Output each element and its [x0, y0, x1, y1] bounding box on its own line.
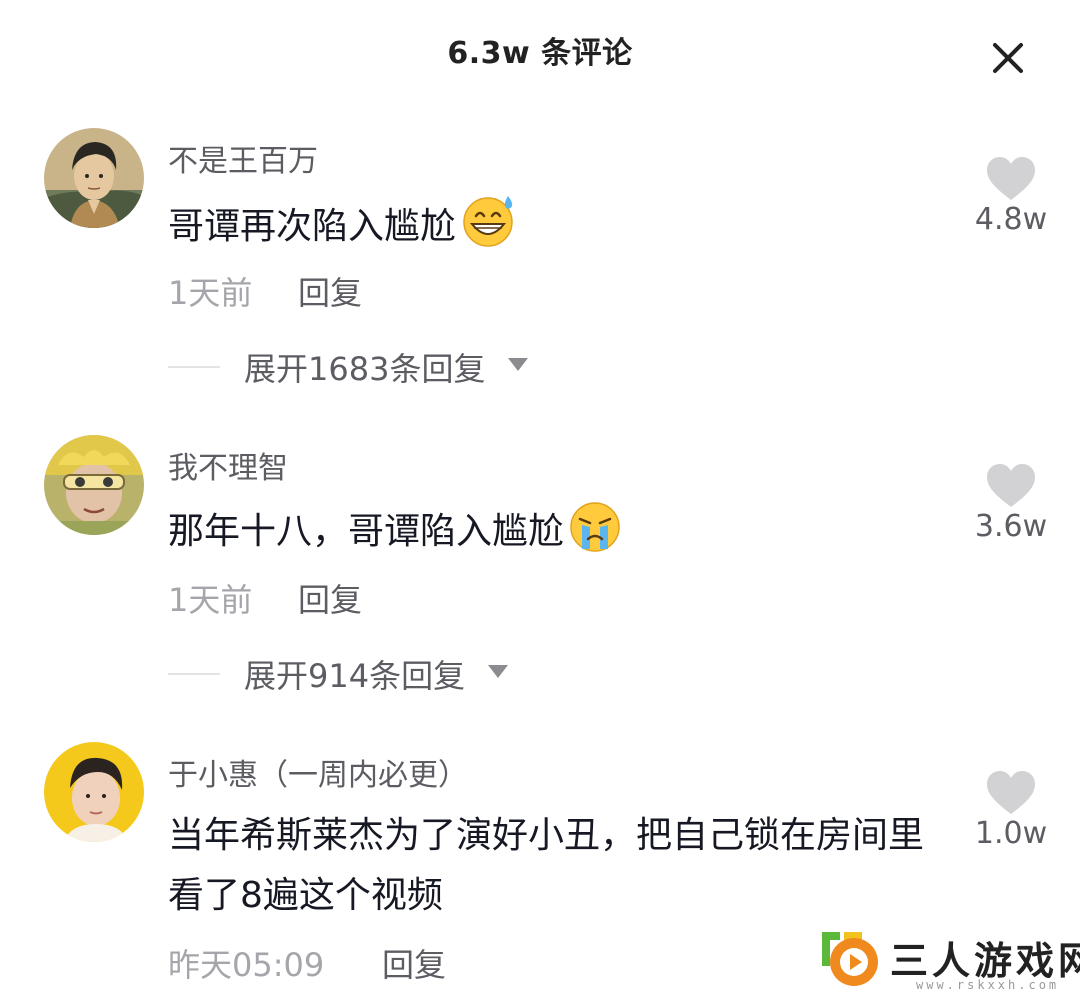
heart-icon — [987, 157, 1035, 200]
like-button[interactable]: 3.6w — [966, 463, 1056, 544]
reply-button[interactable]: 回复 — [298, 575, 362, 621]
comment-text: 哥谭再次陷入尴尬 — [168, 192, 958, 267]
chevron-down-icon — [508, 358, 528, 371]
reply-button[interactable]: 回复 — [298, 268, 362, 314]
comments-panel: 6.3w 条评论 不是王百万 哥谭再次陷入尴尬 1天前 回复 展开1683条回复… — [0, 0, 1080, 1000]
chevron-down-icon — [488, 665, 508, 678]
comment-username[interactable]: 不是王百万 — [168, 136, 318, 180]
comment-username[interactable]: 我不理智 — [168, 443, 288, 487]
comment-text-body: 那年十八，哥谭陷入尴尬 — [168, 511, 565, 552]
like-count: 1.0w — [974, 816, 1048, 851]
comments-count-title: 6.3w 条评论 — [447, 36, 633, 71]
comment-text: 那年十八，哥谭陷入尴尬 — [168, 499, 958, 572]
divider-line — [168, 673, 220, 675]
expand-replies[interactable]: 展开1683条回复 — [168, 344, 548, 388]
close-icon — [993, 43, 1023, 73]
comment-time: 1天前 — [168, 274, 253, 312]
heart-icon — [987, 771, 1035, 814]
close-button[interactable] — [988, 38, 1028, 78]
watermark-title: 三人游戏网 — [890, 939, 1080, 983]
like-count: 4.8w — [974, 202, 1048, 237]
avatar[interactable] — [44, 435, 144, 535]
avatar[interactable] — [44, 742, 144, 842]
like-button[interactable]: 1.0w — [966, 770, 1056, 851]
like-button[interactable]: 4.8w — [966, 156, 1056, 237]
site-logo-icon — [822, 932, 878, 986]
comment-item: 我不理智 那年十八，哥谭陷入尴尬 1天前 回复 展开914条回复 3.6w — [0, 435, 1080, 705]
comment-time: 1天前 — [168, 581, 253, 619]
comment-text-body: 哥谭再次陷入尴尬 — [168, 206, 457, 247]
site-watermark: 三人游戏网 www.rskxxh.com — [806, 902, 1080, 1000]
reply-button[interactable]: 回复 — [382, 940, 446, 986]
watermark-url: www.rskxxh.com — [916, 978, 1060, 992]
expand-replies-label: 展开914条回复 — [244, 657, 466, 695]
comment-item: 不是王百万 哥谭再次陷入尴尬 1天前 回复 展开1683条回复 4.8w — [0, 128, 1080, 398]
avatar[interactable] — [44, 128, 144, 228]
heart-icon — [987, 464, 1035, 507]
comment-time: 昨天05:09 — [168, 946, 325, 984]
crying-emoji-icon — [566, 499, 624, 572]
divider-line — [168, 366, 220, 368]
expand-replies-label: 展开1683条回复 — [244, 350, 486, 388]
expand-replies[interactable]: 展开914条回复 — [168, 651, 528, 695]
comments-header: 6.3w 条评论 — [0, 0, 1080, 100]
like-count: 3.6w — [974, 509, 1048, 544]
grinning-sweat-emoji-icon — [458, 192, 518, 267]
comment-username[interactable]: 于小惠（一周内必更） — [168, 750, 468, 794]
